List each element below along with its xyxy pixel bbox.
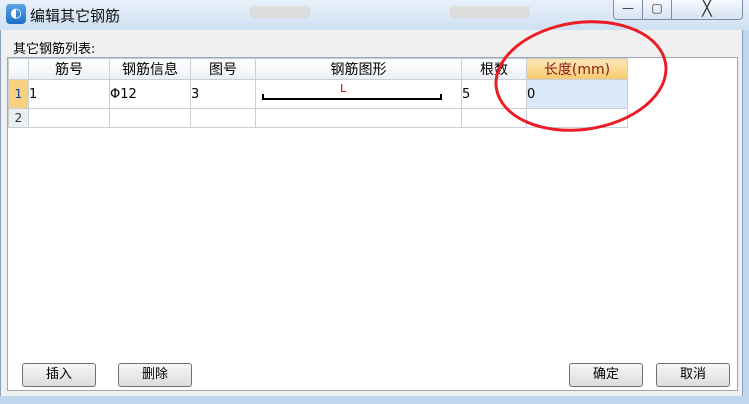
cell-tuhao[interactable]: 3 bbox=[190, 79, 256, 109]
minimize-button[interactable]: — bbox=[613, 0, 643, 20]
col-header-shape[interactable]: 钢筋图形 bbox=[255, 58, 462, 80]
cell-jinhao[interactable] bbox=[28, 108, 110, 128]
cancel-button[interactable]: 取消 bbox=[656, 363, 730, 387]
bottom-border bbox=[0, 396, 749, 404]
rebar-list-label: 其它钢筋列表: bbox=[13, 42, 96, 57]
window-title: 编辑其它钢筋 bbox=[30, 7, 121, 25]
cell-jinhao[interactable]: 1 bbox=[28, 79, 110, 109]
right-hook bbox=[440, 94, 442, 100]
cell-shape[interactable] bbox=[255, 108, 462, 128]
shape-length-label: L bbox=[340, 82, 347, 95]
edit-other-rebar-dialog: ◐ 编辑其它钢筋 — ▢ ╳ 其它钢筋列表: 筋号 钢筋信息 图号 钢筋图形 根… bbox=[0, 0, 749, 404]
close-button[interactable]: ╳ bbox=[671, 0, 743, 20]
delete-button[interactable]: 删除 bbox=[118, 363, 192, 387]
app-logo-icon: ◐ bbox=[6, 4, 26, 24]
rebar-shape-drawing: L bbox=[256, 80, 460, 108]
row-number[interactable]: 2 bbox=[8, 108, 29, 128]
col-header-info[interactable]: 钢筋信息 bbox=[109, 58, 191, 80]
title-bar[interactable]: ◐ 编辑其它钢筋 — ▢ ╳ bbox=[0, 0, 749, 30]
row-number[interactable]: 1 bbox=[8, 79, 29, 109]
col-header-jinhao[interactable]: 筋号 bbox=[28, 58, 110, 80]
cell-info[interactable] bbox=[109, 108, 191, 128]
insert-button[interactable]: 插入 bbox=[22, 363, 96, 387]
cell-tuhao[interactable] bbox=[190, 108, 256, 128]
corner-header bbox=[8, 58, 29, 80]
rebar-line bbox=[263, 98, 441, 100]
cell-shape[interactable]: L bbox=[255, 79, 462, 109]
maximize-button[interactable]: ▢ bbox=[642, 0, 672, 20]
cell-info[interactable]: Φ12 bbox=[109, 79, 191, 109]
ok-button[interactable]: 确定 bbox=[569, 363, 643, 387]
col-header-tuhao[interactable]: 图号 bbox=[190, 58, 256, 80]
